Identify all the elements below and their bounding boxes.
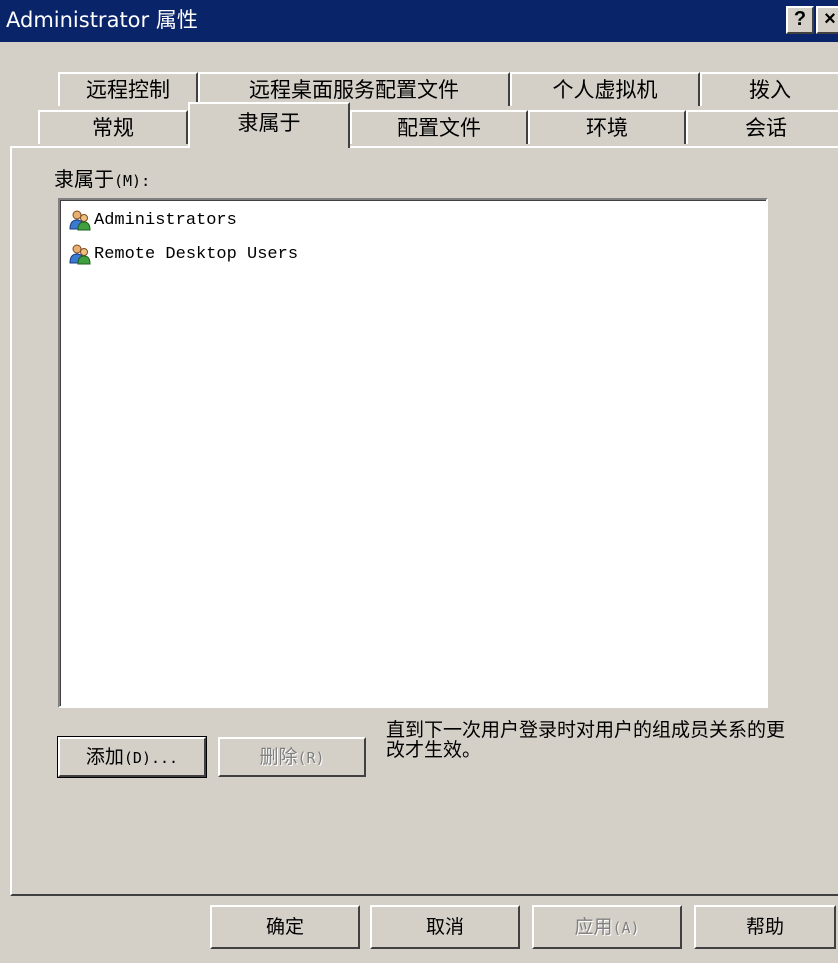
group-name: Administrators [94, 210, 237, 230]
close-button[interactable]: × [816, 6, 838, 34]
tab-environment[interactable]: 环境 [528, 110, 686, 144]
tab-general[interactable]: 常规 [38, 110, 188, 144]
group-icon [69, 244, 91, 265]
add-button[interactable]: 添加(D)... [57, 736, 207, 778]
tab-sessions[interactable]: 会话 [686, 110, 838, 144]
tab-personal-vm[interactable]: 个人虚拟机 [510, 72, 700, 106]
apply-button[interactable]: 应用(A) [532, 905, 682, 949]
member-of-list[interactable]: Administrators Remote Desktop Users [58, 198, 768, 708]
group-icon [69, 210, 91, 231]
add-button-label: 添加 [85, 746, 124, 768]
member-of-label-text: 隶属于 [54, 167, 114, 191]
tab-member-of[interactable]: 隶属于 [188, 102, 350, 148]
remove-button-label: 删除 [259, 746, 298, 768]
apply-button-accel: (A) [612, 919, 640, 937]
remove-button[interactable]: 删除(R) [218, 737, 366, 777]
group-name: Remote Desktop Users [94, 244, 299, 264]
window-title: Administrator 属性 [6, 8, 198, 32]
help-footer-button[interactable]: 帮助 [694, 905, 836, 949]
list-item[interactable]: Remote Desktop Users [69, 241, 298, 267]
apply-button-label: 应用 [574, 916, 613, 938]
member-of-label: 隶属于(M): [54, 166, 150, 194]
cancel-button[interactable]: 取消 [370, 905, 520, 949]
ok-button[interactable]: 确定 [210, 905, 360, 949]
list-item[interactable]: Administrators [69, 207, 237, 233]
help-button[interactable]: ? [786, 6, 814, 34]
remove-button-accel: (R) [297, 749, 325, 767]
add-button-accel: (D)... [123, 749, 179, 767]
member-of-accelerator: (M): [114, 172, 151, 190]
membership-note: 直到下一次用户登录时对用户的组成员关系的更改才生效。 [386, 719, 786, 761]
tab-profile[interactable]: 配置文件 [350, 110, 528, 144]
tab-remote-control[interactable]: 远程控制 [58, 72, 198, 106]
tab-dial-in[interactable]: 拨入 [700, 72, 838, 106]
tab-rds-profile[interactable]: 远程桌面服务配置文件 [198, 72, 510, 106]
